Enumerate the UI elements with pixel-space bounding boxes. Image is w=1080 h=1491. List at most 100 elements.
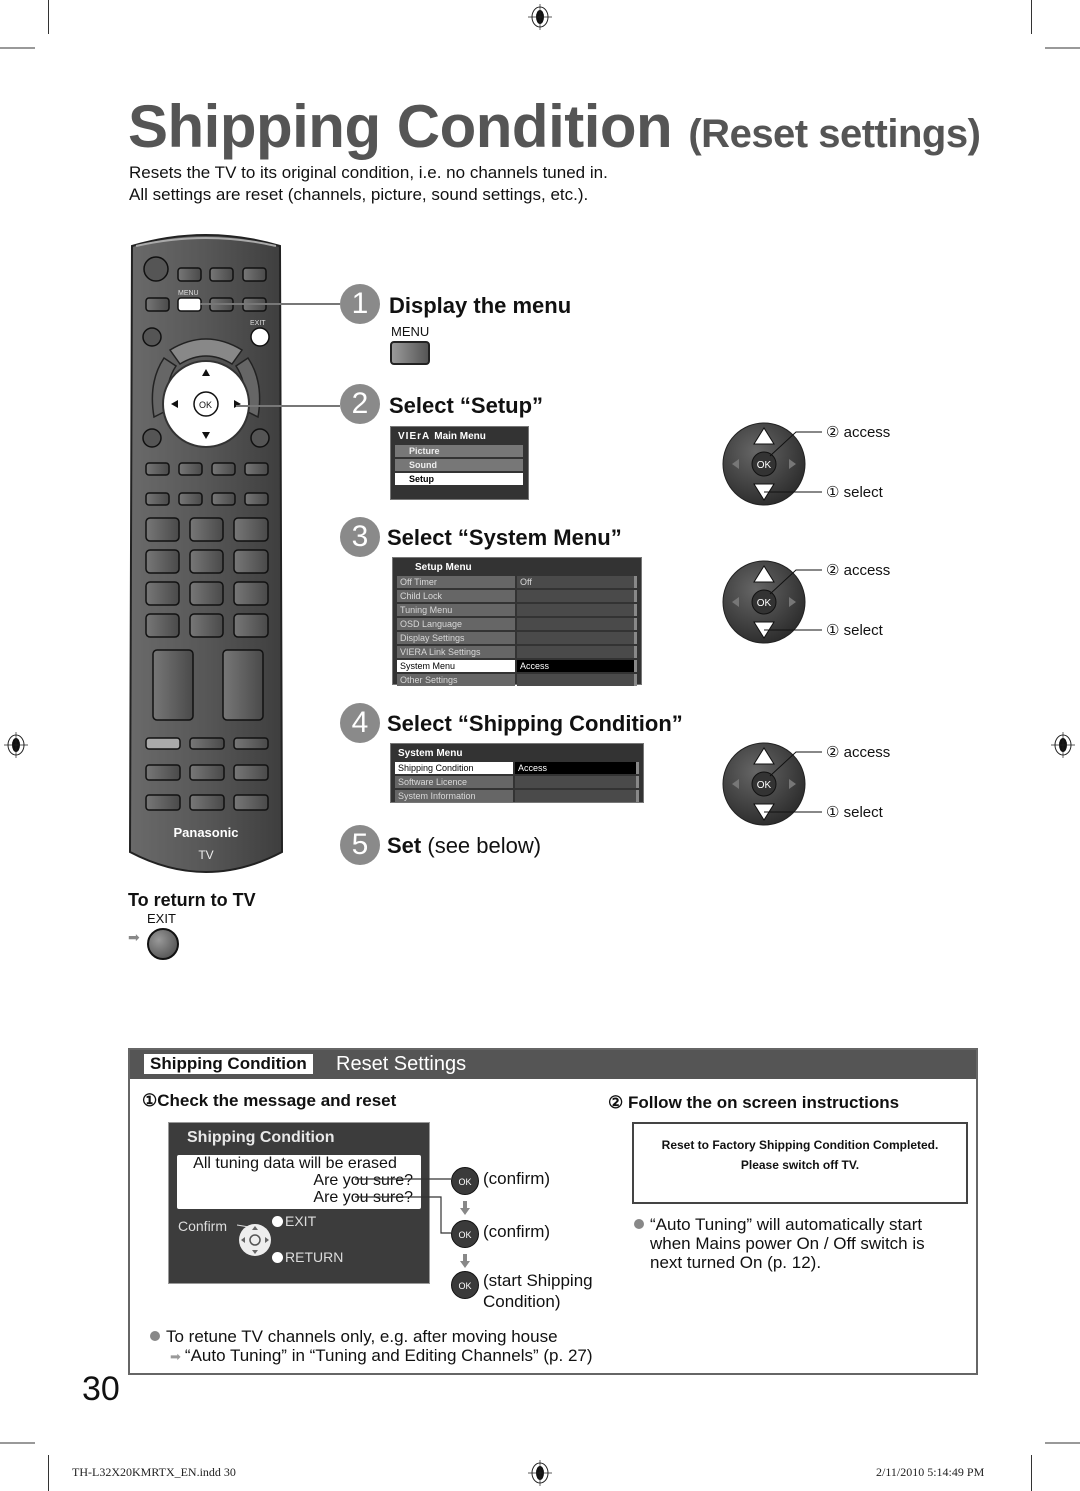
arrow-right-icon: ➡ [170, 1349, 181, 1364]
menu-row[interactable]: Child Lock [397, 589, 637, 603]
menu-row-label: Shipping Condition [395, 762, 513, 774]
arrow-right-icon: ➡ [128, 929, 140, 945]
menu-row-value [515, 776, 639, 788]
step1-heading: ①Check the message and reset [142, 1091, 397, 1110]
menu-button-label: MENU [391, 324, 430, 339]
menu-row-label: System Menu [397, 660, 515, 672]
step-number: 3 [340, 517, 380, 557]
main-menu-osd: VIErA Main Menu Picture Sound Setup [390, 426, 529, 500]
dialog-exit-option[interactable]: EXIT [272, 1213, 316, 1229]
footer-timestamp: 2/11/2010 5:14:49 PM [876, 1465, 985, 1479]
menu-row[interactable]: Display Settings [397, 631, 637, 645]
exit-label: EXIT [250, 320, 266, 327]
reset-settings-panel: Shipping Condition Reset Settings ①Check… [128, 1048, 978, 1375]
crop-mark [0, 1442, 35, 1444]
menu-row-label: System Information [395, 790, 513, 802]
menu-row[interactable]: Shipping Condition Access [395, 761, 639, 775]
access-label: ② access [826, 424, 891, 441]
menu-row[interactable]: System Information [395, 789, 639, 803]
dialog-title: Shipping Condition [187, 1129, 335, 1146]
step-number: 4 [340, 703, 380, 743]
exit-button-icon [147, 928, 179, 960]
intro-text: Resets the TV to its original condition,… [129, 162, 608, 206]
menu-row[interactable]: Software Licence [395, 775, 639, 789]
menu-row-value: Off [517, 576, 637, 588]
bullet-icon [150, 1331, 160, 1341]
return-to-tv-title: To return to TV [128, 890, 256, 910]
crop-mark [1031, 0, 1032, 34]
menu-row[interactable]: VIERA Link Settings [397, 645, 637, 659]
menu-row-value [517, 674, 637, 686]
exit-button[interactable] [250, 327, 270, 347]
registration-mark-icon [1051, 732, 1075, 758]
menu-row-label: VIERA Link Settings [397, 646, 515, 658]
menu-button[interactable] [177, 297, 202, 312]
access-label: ② access [826, 562, 891, 579]
leader-line [200, 303, 340, 305]
step2-heading: ② Follow the on screen instructions [608, 1093, 900, 1112]
page-title-sub: (Reset settings) [688, 112, 981, 156]
nav-pad-icon: OK [722, 422, 822, 506]
remote-model: TV [198, 848, 213, 862]
registration-mark-icon [4, 732, 28, 758]
dialog-confirm-label: Confirm [178, 1218, 228, 1234]
intro-line: All settings are reset (channels, pictur… [129, 185, 589, 204]
select-label: ① select [826, 804, 883, 821]
ok-label: OK [757, 780, 772, 791]
menu-row[interactable]: Other Settings [397, 673, 637, 687]
menu-row[interactable]: System Menu Access [397, 659, 637, 673]
menu-item-setup[interactable]: Setup [395, 472, 524, 486]
dialog-return-option[interactable]: RETURN [272, 1249, 343, 1265]
reset-settings-heading: Reset Settings [336, 1053, 467, 1075]
retune-reference: “Auto Tuning” in “Tuning and Editing Cha… [184, 1346, 593, 1365]
menu-row-label: Off Timer [397, 576, 515, 588]
menu-row-label: Display Settings [397, 632, 515, 644]
registration-mark-icon [528, 4, 552, 30]
remote-control: MENU EXIT OK Panasonic TV [128, 234, 284, 873]
menu-row[interactable]: Tuning Menu [397, 603, 637, 617]
ok-action-line: (start Shipping [483, 1271, 593, 1290]
menu-row-label: Child Lock [397, 590, 515, 602]
menu-row[interactable]: OSD Language [397, 617, 637, 631]
step-title-main: Set [387, 833, 422, 858]
menu-row-value [517, 590, 637, 602]
ok-button-icon: OK [451, 1167, 479, 1195]
osd-header: VIErA Main Menu [398, 431, 486, 442]
step-title: Select “Shipping Condition” [387, 711, 683, 736]
menu-row-value [515, 790, 639, 802]
footer-file: TH-L32X20KMRTX_EN.indd 30 [72, 1465, 236, 1479]
auto-tuning-note: “Auto Tuning” will automatically start w… [634, 1215, 925, 1272]
crop-mark [1045, 47, 1080, 49]
menu-row-value [517, 604, 637, 616]
menu-row-label: Other Settings [397, 674, 515, 686]
ok-label: OK [757, 460, 772, 471]
step-title: Display the menu [389, 293, 572, 318]
menu-button-icon [390, 341, 430, 365]
step-number: 5 [340, 825, 380, 865]
ok-button-icon: OK [451, 1271, 479, 1299]
osd-header: Setup Menu [415, 562, 472, 573]
step-number: 1 [340, 284, 380, 324]
step-title: Select “Setup” [389, 393, 544, 418]
registration-mark-icon [528, 1460, 552, 1486]
step-title-extra: (see below) [427, 833, 542, 858]
exit-button-label: EXIT [147, 911, 176, 926]
menu-row-label: Software Licence [395, 776, 513, 788]
menu-row-label: OSD Language [397, 618, 515, 630]
reset-settings-header: Shipping Condition Reset Settings [130, 1050, 976, 1079]
ok-label: OK [199, 400, 212, 410]
crop-mark [1045, 1442, 1080, 1444]
menu-label: MENU [178, 290, 199, 297]
menu-row[interactable]: Off Timer Off [397, 575, 637, 589]
arrow-down-icon [460, 1254, 470, 1268]
menu-item-picture[interactable]: Picture [395, 444, 524, 458]
select-label: ① select [826, 622, 883, 639]
crop-mark [48, 1455, 49, 1491]
crop-mark [48, 0, 49, 34]
ok-label: OK [757, 598, 772, 609]
system-menu-osd: System Menu Shipping Condition Access Soft… [390, 743, 644, 803]
leader-line [236, 405, 340, 407]
completed-line: Reset to Factory Shipping Condition Comp… [661, 1138, 939, 1152]
menu-item-sound[interactable]: Sound [395, 458, 524, 472]
ok-action-text: (confirm) [483, 1169, 551, 1188]
